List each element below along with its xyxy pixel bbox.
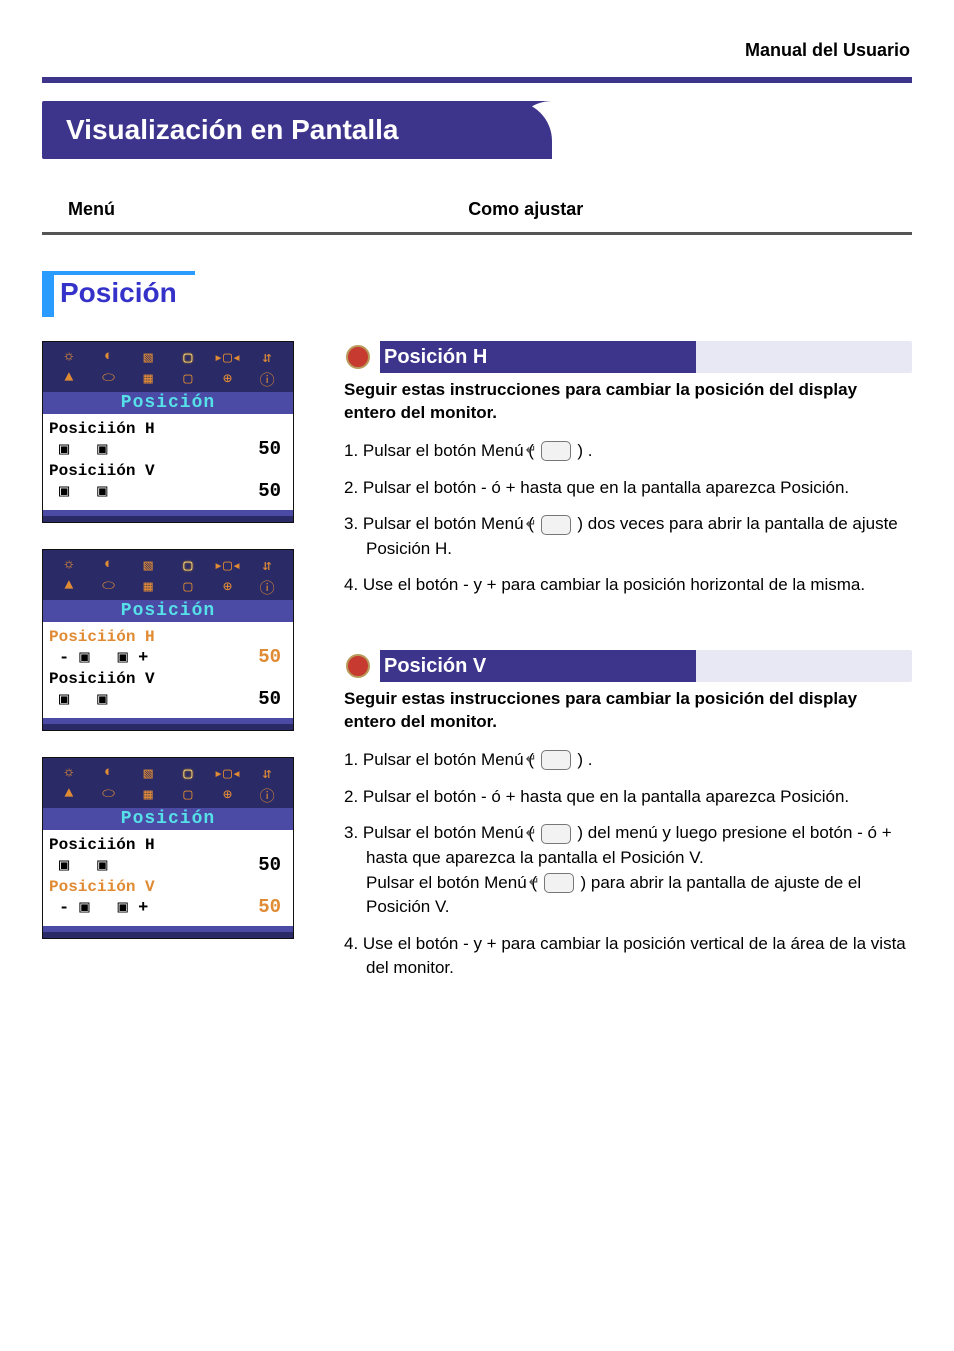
bullet-icon [346,345,370,369]
osd-icon-grid: ☼ ◐ ▧ ▢ ▸▢◂ ⇵ ▲ ⬭ ▦ ▢ ⊕ ⓘ [43,758,293,808]
info-icon: ⓘ [247,785,287,806]
section-v-step3: 3. Pulsar el botón Menú ( ) del menú y l… [344,821,912,920]
osd-v-value-active: 50 [258,896,281,918]
section-v-step1: 1. Pulsar el botón Menú ( ) . [344,748,912,773]
bullet-icon [346,654,370,678]
section-h-step4: 4. Use el botón - y + para cambiar la po… [344,573,912,598]
language-icon: ⇵ [247,764,287,783]
osd-h-label-active: Posiciión H [49,628,287,646]
sharpness-icon: ▧ [128,764,168,783]
v-adjust-icons: ▣▣ [49,689,108,710]
menu-button-icon [541,441,571,461]
position-icon: ▢ [168,764,208,783]
page-title: Visualización en Pantalla [42,101,912,159]
size-icon: ▸▢◂ [208,348,248,367]
section-position-v: Posición V Seguir estas instrucciones pa… [344,650,912,981]
howto-column-label: Como ajustar [468,199,583,220]
menu-button-icon [544,873,574,893]
position-heading: Posición [60,277,177,308]
osd-panel-default: ☼ ◐ ▧ ▢ ▸▢◂ ⇵ ▲ ⬭ ▦ ▢ ⊕ ⓘ Posición Posic… [42,341,294,523]
info-icon: ⓘ [247,577,287,598]
osd-h-value: 50 [258,438,281,460]
osd-v-label: Posiciión V [49,462,287,480]
reset-icon: ▲ [49,369,89,390]
osd-v-value: 50 [258,688,281,710]
brightness-icon: ☼ [49,348,89,367]
color-icon: ⬭ [89,577,129,598]
image-icon: ▦ [128,369,168,390]
section-v-intro: Seguir estas instrucciones para cambiar … [344,688,912,734]
reset-icon: ▲ [49,577,89,598]
osd-v-value: 50 [258,480,281,502]
section-v-title: Posición V [380,655,486,678]
osd-icon-grid: ☼ ◐ ▧ ▢ ▸▢◂ ⇵ ▲ ⬭ ▦ ▢ ⊕ ⓘ [43,342,293,392]
osd-screenshot-column: ☼ ◐ ▧ ▢ ▸▢◂ ⇵ ▲ ⬭ ▦ ▢ ⊕ ⓘ Posición Posic… [42,341,292,939]
subheader-row: Menú Como ajustar [42,193,912,235]
osd-title: Posición [43,600,293,622]
color-icon: ⬭ [89,369,129,390]
header-divider [42,77,912,83]
sharpness-icon: ▧ [128,556,168,575]
image-icon: ▦ [128,577,168,598]
position-icon: ▢ [168,556,208,575]
position-heading-block: Posición [42,271,195,317]
osd-title: Posición [43,808,293,830]
contrast-icon: ◐ [89,348,129,367]
color-icon: ⬭ [89,785,129,806]
osd-title: Posición [43,392,293,414]
contrast-icon: ◐ [89,556,129,575]
clock-icon: ⊕ [208,369,248,390]
section-position-h: Posición H Seguir estas instrucciones pa… [344,341,912,598]
image-icon: ▦ [128,785,168,806]
contrast-icon: ◐ [89,764,129,783]
osd-icon: ▢ [168,369,208,390]
info-icon: ⓘ [247,369,287,390]
osd-h-label: Posiciión H [49,836,287,854]
reset-icon: ▲ [49,785,89,806]
size-icon: ▸▢◂ [208,556,248,575]
section-v-step2: 2. Pulsar el botón - ó + hasta que en la… [344,785,912,810]
section-v-step4: 4. Use el botón - y + para cambiar la po… [344,932,912,981]
osd-panel-v-selected: ☼ ◐ ▧ ▢ ▸▢◂ ⇵ ▲ ⬭ ▦ ▢ ⊕ ⓘ Posición Posic… [42,757,294,939]
sharpness-icon: ▧ [128,348,168,367]
brightness-icon: ☼ [49,556,89,575]
osd-v-label-active: Posiciión V [49,878,287,896]
size-icon: ▸▢◂ [208,764,248,783]
osd-v-label: Posiciión V [49,670,287,688]
h-adjust-icons: ▣▣ [49,855,108,876]
osd-panel-h-selected: ☼ ◐ ▧ ▢ ▸▢◂ ⇵ ▲ ⬭ ▦ ▢ ⊕ ⓘ Posición Posic… [42,549,294,731]
position-icon: ▢ [168,348,208,367]
section-h-step3: 3. Pulsar el botón Menú ( ) dos veces pa… [344,512,912,561]
clock-icon: ⊕ [208,577,248,598]
section-h-intro: Seguir estas instrucciones para cambiar … [344,379,912,425]
brightness-icon: ☼ [49,764,89,783]
v-adjust-icons-active: - ▣▣ + [49,897,148,918]
section-h-step2: 2. Pulsar el botón - ó + hasta que en la… [344,476,912,501]
manual-title: Manual del Usuario [42,40,912,77]
menu-button-icon [541,515,571,535]
v-adjust-icons: ▣▣ [49,481,108,502]
menu-button-icon [541,824,571,844]
language-icon: ⇵ [247,348,287,367]
menu-column-label: Menú [42,199,468,220]
section-h-step1: 1. Pulsar el botón Menú ( ) . [344,439,912,464]
osd-icon-grid: ☼ ◐ ▧ ▢ ▸▢◂ ⇵ ▲ ⬭ ▦ ▢ ⊕ ⓘ [43,550,293,600]
osd-h-label: Posiciión H [49,420,287,438]
h-adjust-icons-active: - ▣▣ + [49,647,148,668]
page: Manual del Usuario Visualización en Pant… [0,0,954,1087]
osd-icon: ▢ [168,785,208,806]
menu-button-icon [541,750,571,770]
section-h-title: Posición H [380,346,487,369]
clock-icon: ⊕ [208,785,248,806]
osd-h-value-active: 50 [258,646,281,668]
osd-h-value: 50 [258,854,281,876]
h-adjust-icons: ▣▣ [49,439,108,460]
language-icon: ⇵ [247,556,287,575]
page-title-block: Visualización en Pantalla [42,101,912,159]
osd-icon: ▢ [168,577,208,598]
